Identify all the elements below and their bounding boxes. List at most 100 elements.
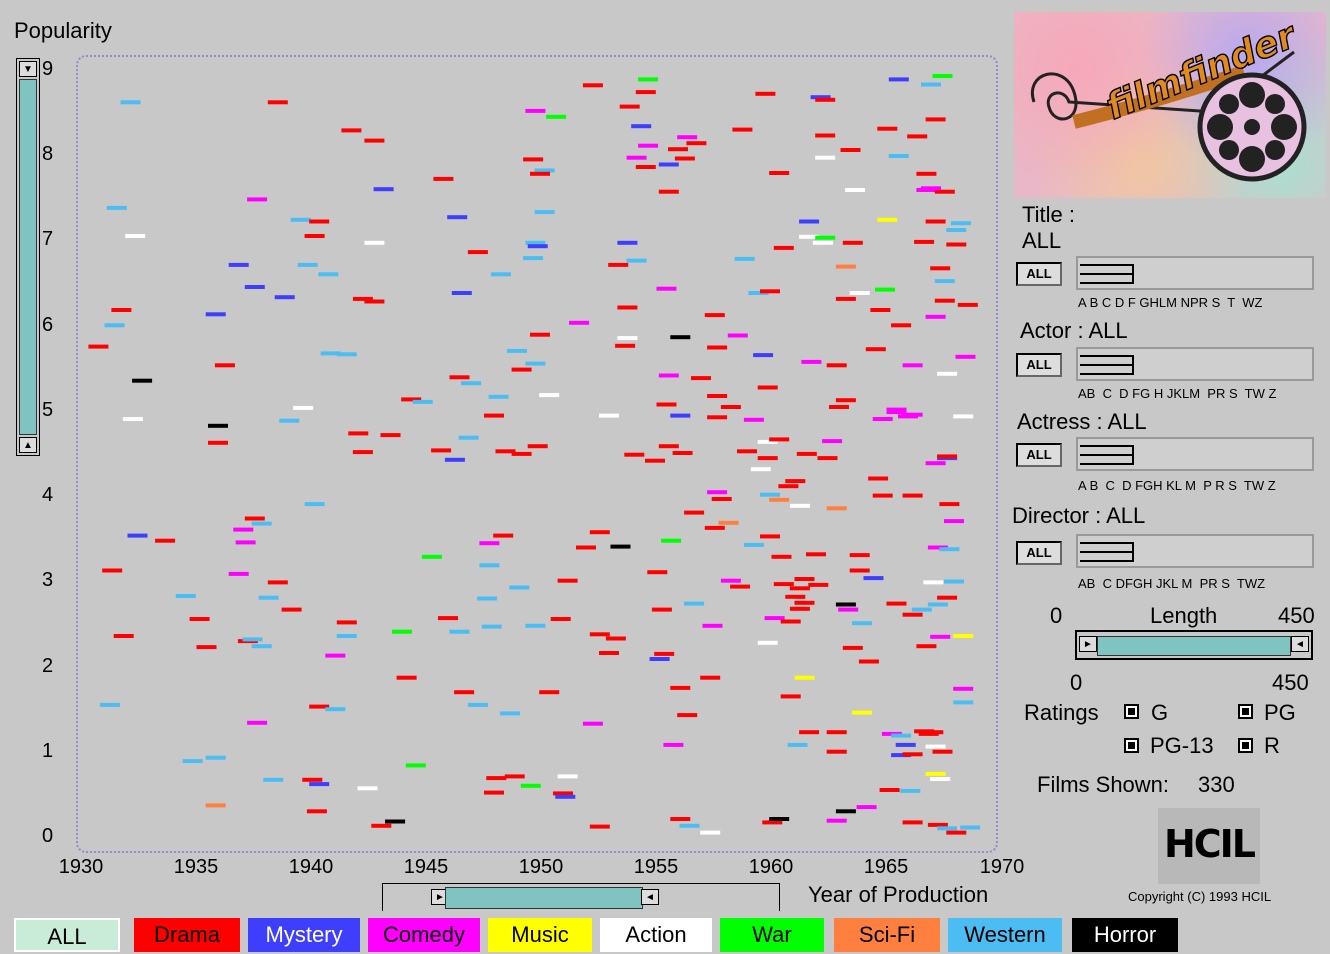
length-range-slider[interactable]: ► ◄ [1075,630,1313,660]
film-mark[interactable] [930,634,951,639]
film-mark[interactable] [957,302,978,307]
film-mark[interactable] [626,155,647,160]
film-mark[interactable] [780,619,801,624]
film-mark[interactable] [380,433,401,438]
film-mark[interactable] [842,645,863,650]
film-mark[interactable] [849,568,870,573]
film-mark[interactable] [757,640,778,645]
film-mark[interactable] [840,148,861,152]
year-max-handle[interactable]: ◄ [641,889,659,905]
film-mark[interactable] [599,651,619,655]
film-mark[interactable] [155,538,176,543]
film-mark[interactable] [507,348,527,353]
film-mark[interactable] [891,323,912,328]
film-mark[interactable] [838,607,859,612]
film-mark[interactable] [247,720,268,725]
film-mark[interactable] [875,287,895,292]
film-mark[interactable] [902,493,923,498]
film-mark[interactable] [826,818,847,823]
rating-pg13-checkbox[interactable] [1124,738,1139,753]
film-mark[interactable] [902,752,923,757]
film-mark[interactable] [794,577,815,581]
film-mark[interactable] [757,456,778,461]
film-mark[interactable] [934,298,955,303]
film-mark[interactable] [907,134,928,139]
film-mark[interactable] [357,786,378,791]
genre-button-scifi[interactable]: Sci-Fi [834,918,940,952]
film-mark[interactable] [743,417,764,422]
film-mark[interactable] [815,133,836,138]
film-mark[interactable] [449,375,470,380]
film-mark[interactable] [447,215,468,220]
film-mark[interactable] [817,456,838,461]
year-range-track[interactable] [445,887,643,909]
film-mark[interactable] [720,578,741,583]
film-mark[interactable] [921,186,941,191]
film-mark[interactable] [879,788,900,792]
film-mark[interactable] [412,399,433,404]
film-mark[interactable] [228,262,249,267]
film-mark[interactable] [789,503,810,508]
film-mark[interactable] [743,542,764,547]
film-mark[interactable] [205,755,226,760]
film-mark[interactable] [845,188,866,192]
film-mark[interactable] [546,114,567,119]
film-mark[interactable] [902,820,923,825]
film-mark[interactable] [504,774,525,779]
film-mark[interactable] [658,444,679,449]
film-mark[interactable] [753,353,774,358]
film-mark[interactable] [916,644,937,649]
film-mark[interactable] [500,711,521,716]
genre-button-comedy[interactable]: Comedy [368,918,480,952]
film-mark[interactable] [888,77,909,82]
film-mark[interactable] [921,82,941,87]
film-mark[interactable] [858,659,879,664]
film-mark[interactable] [599,413,619,418]
film-mark[interactable] [730,584,751,589]
film-mark[interactable] [937,454,958,459]
film-mark[interactable] [205,803,226,808]
film-mark[interactable] [467,702,488,707]
film-mark[interactable] [244,516,265,521]
film-mark[interactable] [923,730,944,735]
film-mark[interactable] [835,296,856,301]
film-mark[interactable] [930,777,951,781]
film-mark[interactable] [707,394,728,398]
film-mark[interactable] [835,602,856,607]
film-mark[interactable] [484,790,504,795]
film-mark[interactable] [511,451,532,456]
film-mark[interactable] [663,742,684,747]
film-mark[interactable] [619,104,640,109]
film-mark[interactable] [251,644,272,649]
film-mark[interactable] [111,308,132,312]
film-mark[interactable] [826,506,847,511]
film-mark[interactable] [773,582,794,587]
film-mark[interactable] [189,617,210,621]
film-mark[interactable] [826,730,847,735]
scatter-plot[interactable] [0,0,1000,860]
film-mark[interactable] [953,414,974,419]
film-mark[interactable] [297,262,318,267]
film-mark[interactable] [509,585,530,590]
film-mark[interactable] [106,205,127,210]
film-mark[interactable] [953,686,974,691]
film-mark[interactable] [829,405,849,409]
film-mark[interactable] [677,713,698,718]
film-mark[interactable] [757,385,778,390]
film-mark[interactable] [849,291,870,295]
film-mark[interactable] [649,657,670,661]
film-mark[interactable] [789,586,810,591]
film-mark[interactable] [895,742,916,747]
film-mark[interactable] [944,519,964,524]
film-mark[interactable] [771,554,792,559]
film-mark[interactable] [711,497,732,501]
film-mark[interactable] [530,171,550,176]
film-mark[interactable] [290,217,311,222]
film-mark[interactable] [113,634,134,638]
film-mark[interactable] [835,264,856,269]
film-mark[interactable] [304,234,325,238]
film-mark[interactable] [806,552,826,557]
film-mark[interactable] [925,117,946,122]
film-mark[interactable] [939,502,960,507]
film-mark[interactable] [960,825,981,830]
